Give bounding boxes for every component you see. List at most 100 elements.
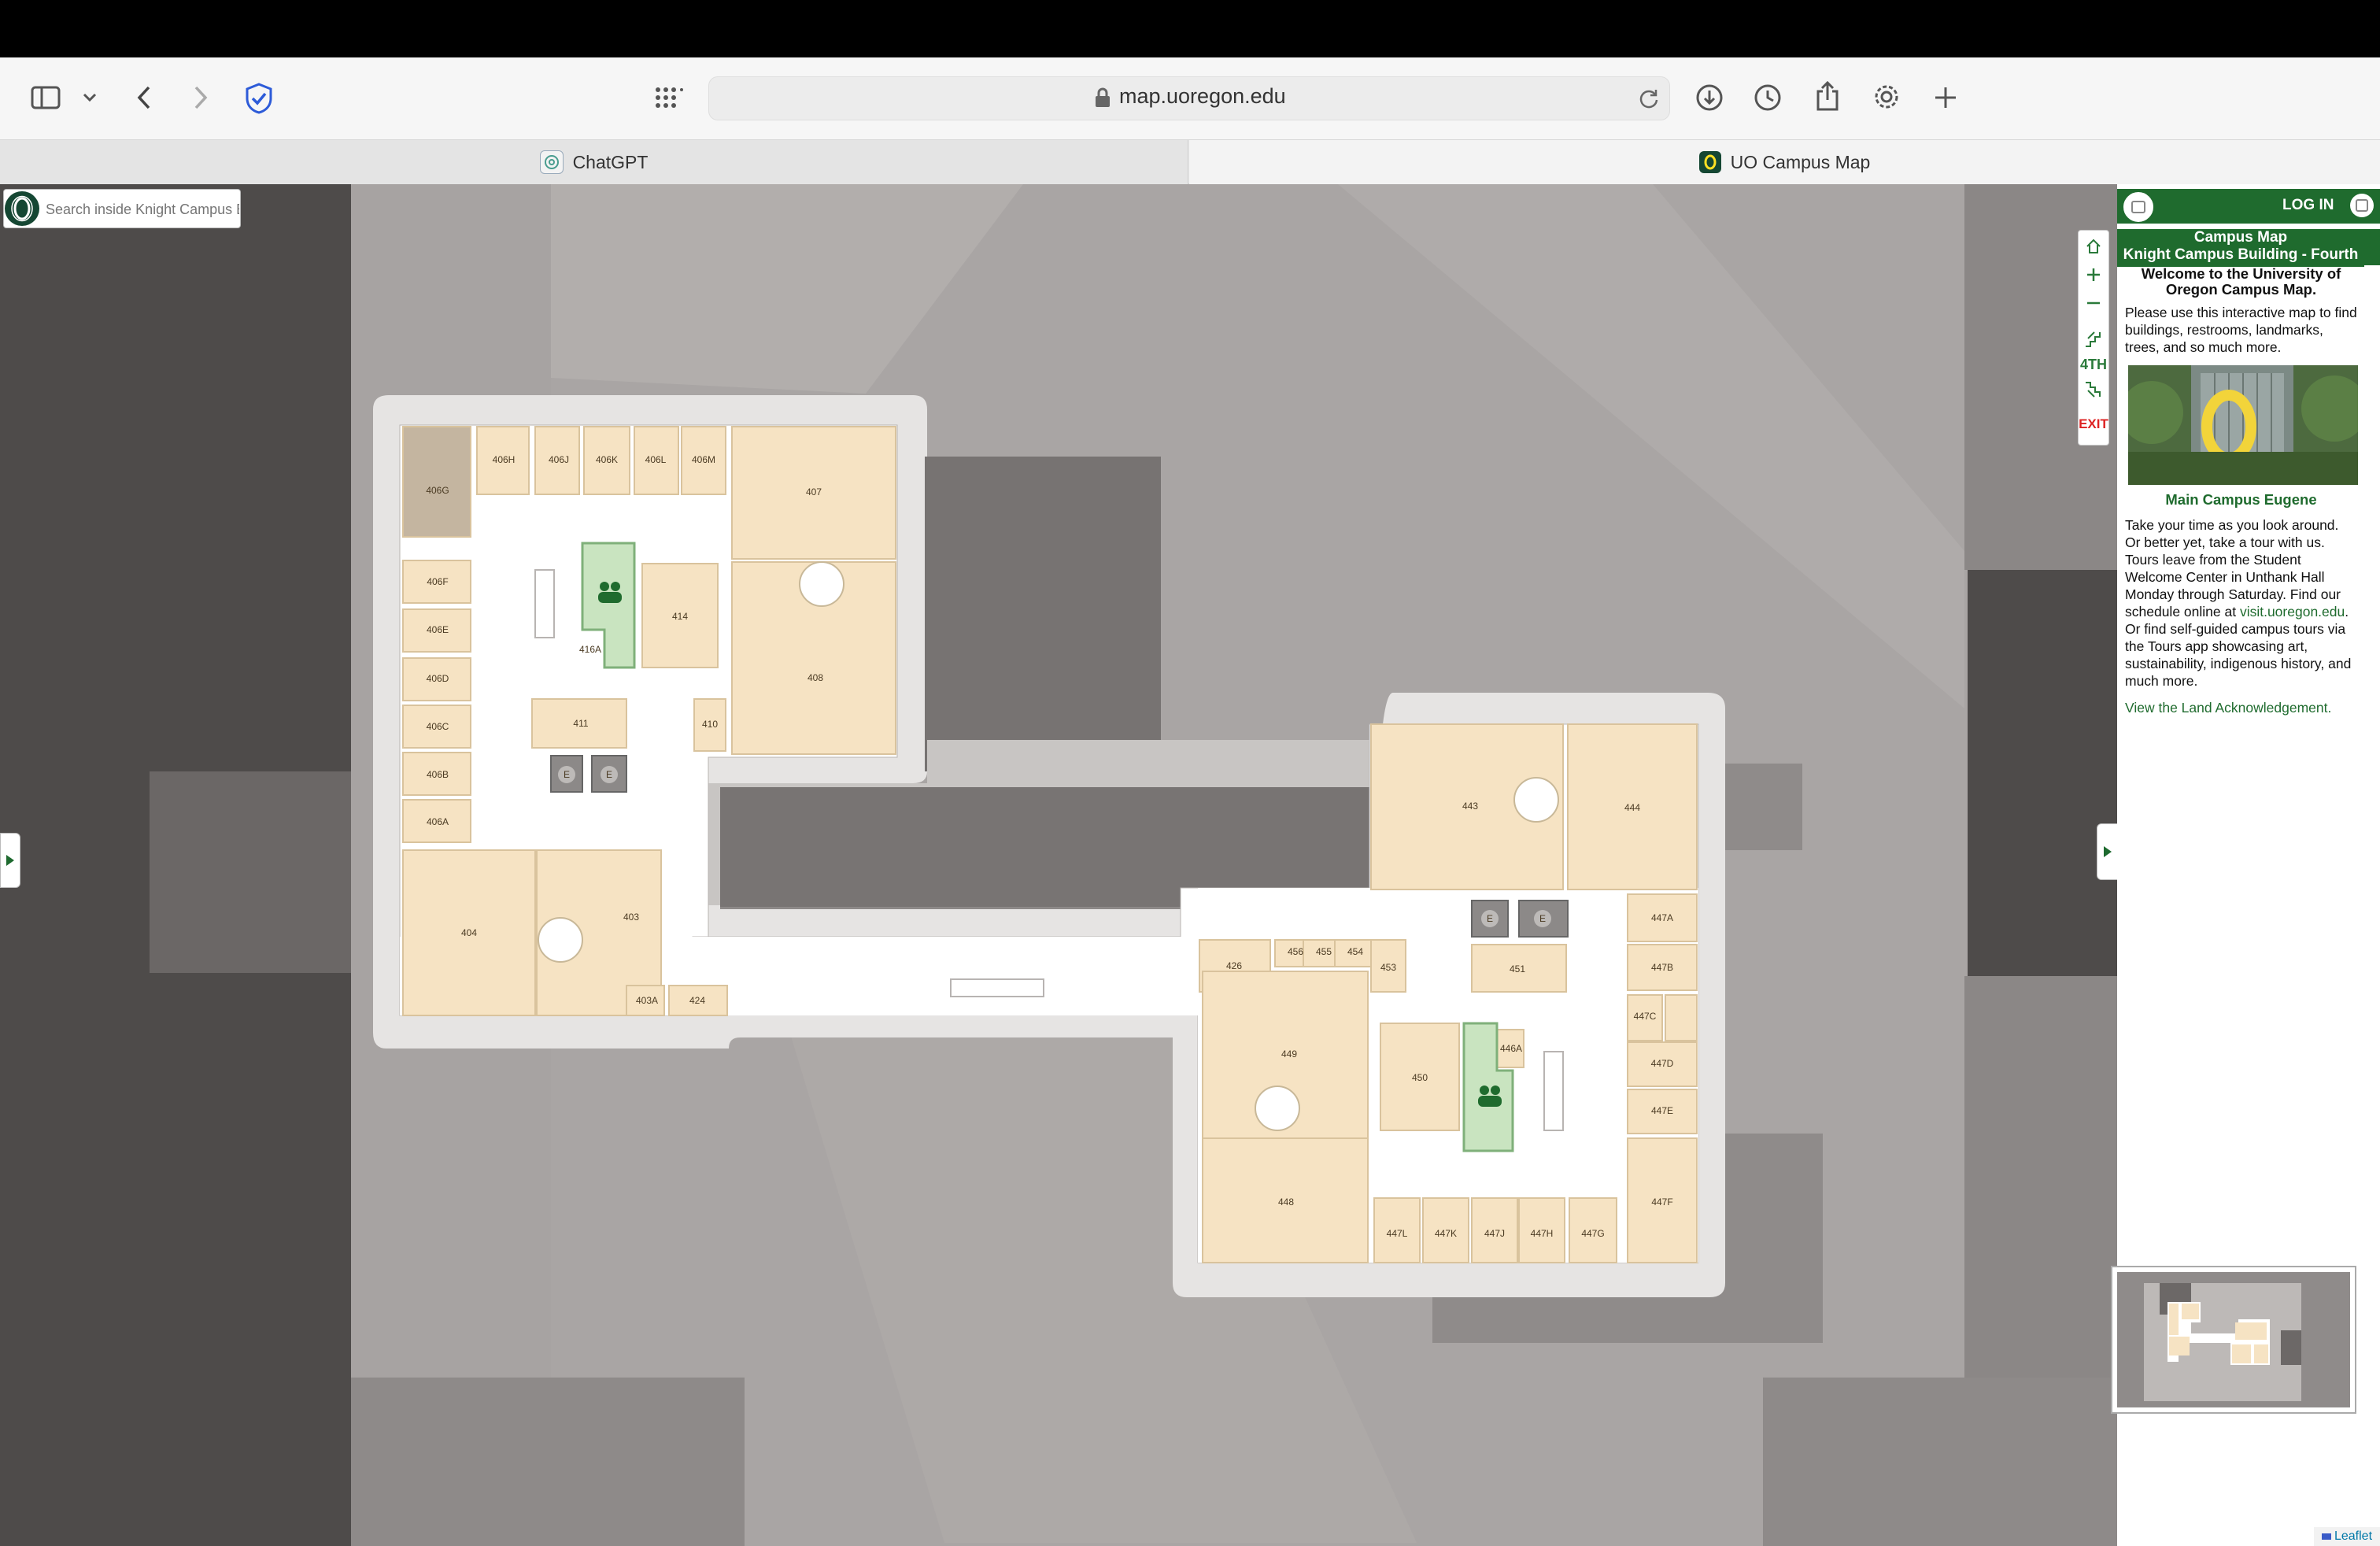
room-label: 447C: [1634, 1011, 1657, 1022]
room-label: 406L: [645, 454, 667, 465]
room-label: 447H: [1531, 1228, 1554, 1239]
tab-uo-campus-map[interactable]: UO Campus Map: [1189, 140, 2380, 184]
tab-label: UO Campus Map: [1730, 151, 1871, 172]
room-label: 406E: [427, 624, 449, 635]
floor-plan: E E E E 406G 406H 406J 406K 406L 406M 40…: [0, 184, 2117, 1546]
room-label: 403A: [636, 995, 658, 1006]
downloads-icon[interactable]: [1694, 82, 1725, 113]
left-panel-toggle[interactable]: [0, 833, 20, 888]
right-panel-toggle[interactable]: [2097, 823, 2119, 880]
tour-text: Take your time as you look around. Or be…: [2125, 516, 2357, 690]
panel-content: Welcome to the University of Oregon Camp…: [2125, 265, 2358, 726]
intro-text: Please use this interactive map to find …: [2125, 305, 2357, 355]
uo-logo-icon[interactable]: [5, 191, 39, 226]
tab-chatgpt[interactable]: ChatGPT: [0, 140, 1188, 184]
photo-caption: Main Campus Eugene: [2165, 491, 2317, 508]
room-label: 406K: [596, 454, 618, 465]
panel-title-edge: [2364, 229, 2380, 265]
home-icon[interactable]: [2079, 232, 2108, 261]
room-label: 407: [806, 486, 822, 497]
zoom-out-icon[interactable]: [2079, 289, 2108, 317]
panel-header: [2117, 189, 2380, 224]
room-label: 406A: [427, 816, 449, 827]
room-label: 447D: [1651, 1058, 1674, 1069]
room-label: 450: [1412, 1072, 1428, 1083]
room-label: 414: [672, 611, 688, 622]
room-label: 446A: [1500, 1043, 1522, 1054]
elevator-label: E: [1539, 913, 1546, 924]
login-button[interactable]: LOG IN: [2282, 197, 2334, 214]
back-icon[interactable]: [132, 83, 156, 112]
forward-icon[interactable]: [189, 83, 213, 112]
room-label: 404: [461, 927, 477, 938]
room-label: 406F: [427, 576, 448, 587]
campus-photo: [2128, 365, 2358, 485]
welcome-heading: Welcome to the University of Oregon Camp…: [2141, 265, 2341, 298]
privacy-shield-icon[interactable]: [242, 82, 275, 115]
lock-icon: [1094, 87, 1111, 113]
room-label: 449: [1281, 1049, 1297, 1060]
elevator-label: E: [606, 769, 612, 780]
search-input[interactable]: [44, 195, 241, 224]
share-icon[interactable]: [1812, 79, 1843, 113]
room-label: 447L: [1387, 1228, 1408, 1239]
chevron-down-icon[interactable]: [80, 88, 99, 107]
zoom-in-icon[interactable]: [2079, 261, 2108, 289]
room-label: 426: [1226, 960, 1242, 971]
exit-indoor-button[interactable]: EXIT: [2079, 410, 2108, 438]
room-label: 454: [1347, 946, 1363, 957]
room-label: 447E: [1651, 1105, 1673, 1116]
panel-menu-icon[interactable]: [2122, 190, 2155, 224]
room-label: 410: [702, 719, 718, 730]
room-label: 416A: [579, 644, 601, 655]
room-label: 406B: [427, 769, 449, 780]
room-label: 406H: [493, 454, 516, 465]
leaflet-attribution[interactable]: Leaflet: [2314, 1527, 2380, 1546]
tab-overview-grid-icon[interactable]: [653, 85, 685, 110]
room-label: 406G: [426, 485, 449, 496]
sidebar-toggle-icon[interactable]: [30, 85, 61, 110]
floor-indicator: 4TH: [2079, 356, 2107, 372]
room-label: 406D: [427, 673, 449, 684]
room-label: 447A: [1651, 912, 1673, 923]
room-label: 406J: [549, 454, 569, 465]
floor-down-icon[interactable]: [2079, 375, 2108, 404]
elevator-label: E: [1487, 913, 1493, 924]
room-label: 451: [1510, 963, 1525, 975]
settings-gear-icon[interactable]: [1870, 80, 1903, 113]
room-label: 455: [1316, 946, 1332, 957]
room-label: 447B: [1651, 962, 1673, 973]
user-account-icon[interactable]: [2350, 194, 2374, 217]
room-label: 448: [1278, 1196, 1294, 1208]
new-tab-plus-icon[interactable]: [1930, 82, 1961, 113]
room-label: 443: [1462, 801, 1478, 812]
room-label: 444: [1624, 802, 1640, 813]
map-controls: 4TH EXIT: [2078, 230, 2109, 446]
reload-icon[interactable]: [1637, 87, 1661, 110]
room-label: 456: [1288, 946, 1303, 957]
room-label: 447J: [1484, 1228, 1505, 1239]
land-acknowledgement-link[interactable]: View the Land Acknowledgement.: [2125, 699, 2357, 716]
address-url: map.uoregon.edu: [1119, 84, 1286, 108]
campus-map-canvas[interactable]: E E E E 406G 406H 406J 406K 406L 406M 40…: [0, 184, 2117, 1546]
room-label: 403: [623, 912, 639, 923]
panel-title: Campus Map Knight Campus Building - Four…: [2117, 229, 2364, 267]
room-label: 411: [573, 718, 588, 729]
top-bezel: [0, 0, 2380, 57]
panel-title-line2: Knight Campus Building - Fourth: [2123, 246, 2359, 263]
room-label: 408: [808, 672, 823, 683]
tab-label: ChatGPT: [572, 151, 649, 172]
room-label: 447F: [1651, 1196, 1672, 1208]
elevator-label: E: [564, 769, 570, 780]
floor-up-icon[interactable]: [2079, 325, 2108, 353]
flag-icon: [2321, 1533, 2331, 1540]
visit-link[interactable]: visit.uoregon.edu: [2240, 604, 2345, 620]
panel-title-line1: Campus Map: [2193, 229, 2288, 246]
tab-bar: ChatGPT UO Campus Map: [0, 139, 2380, 184]
uo-favicon-icon: [1698, 151, 1721, 173]
attribution-text: Leaflet: [2334, 1529, 2373, 1543]
overview-minimap[interactable]: [2111, 1266, 2356, 1414]
room-label: 424: [689, 995, 705, 1006]
room-label: 406C: [427, 721, 449, 732]
history-clock-icon[interactable]: [1752, 82, 1783, 113]
